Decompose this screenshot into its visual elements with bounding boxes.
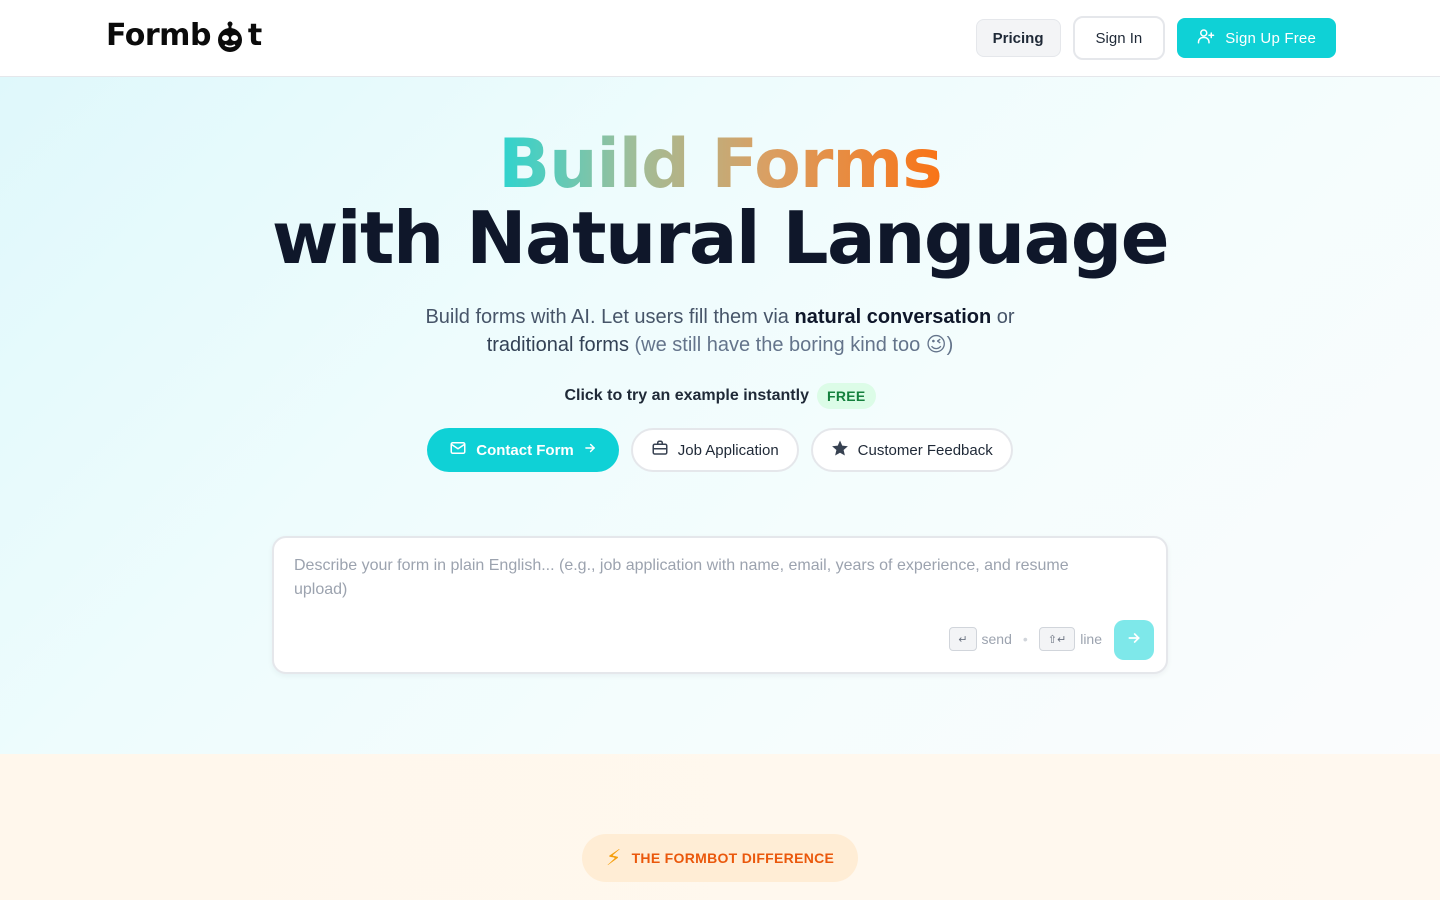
logo-text-suffix: t	[247, 18, 262, 53]
top-nav-bar: Formb t Pricing Sign In Sign Up Free	[0, 0, 1440, 77]
hero-title-line1: Build Forms	[498, 125, 942, 204]
free-badge: FREE	[816, 383, 876, 409]
hero-section: Build Forms with Natural Language Build …	[0, 77, 1440, 754]
hero-subtitle: Build forms with AI. Let users fill them…	[425, 306, 1015, 356]
form-description-input[interactable]	[294, 554, 1094, 614]
robot-head-icon	[212, 21, 248, 52]
sign-up-button[interactable]: Sign Up Free	[1177, 18, 1336, 58]
send-button[interactable]	[1114, 620, 1154, 660]
header-actions: Pricing Sign In Sign Up Free	[975, 16, 1336, 60]
logo-text: Formb	[106, 18, 211, 53]
hero-title-line2: with Natural Language	[271, 196, 1170, 280]
mail-icon	[449, 439, 467, 461]
try-example-row: Click to try an example instantly FREE	[0, 383, 1440, 409]
try-example-label: Click to try an example instantly	[564, 387, 809, 404]
job-application-example-button[interactable]: Job Application	[630, 428, 799, 472]
arrow-right-icon	[1126, 630, 1142, 651]
example-buttons: Contact Form Job Application Customer Fe…	[0, 428, 1440, 472]
keyboard-hints: ↵ send • ⇧↵ line	[949, 627, 1102, 651]
pricing-button[interactable]: Pricing	[975, 19, 1061, 57]
contact-form-example-button[interactable]: Contact Form	[427, 428, 619, 472]
arrow-right-icon	[583, 441, 597, 459]
enter-key-hint: ↵	[949, 627, 977, 651]
briefcase-icon	[651, 439, 669, 461]
user-plus-icon	[1197, 27, 1215, 49]
customer-feedback-example-button[interactable]: Customer Feedback	[810, 428, 1013, 472]
formbot-logo[interactable]: Formb t	[106, 18, 262, 53]
form-description-composer: ↵ send • ⇧↵ line	[272, 536, 1168, 674]
star-icon	[831, 439, 849, 461]
shift-enter-key-hint: ⇧↵	[1038, 627, 1076, 651]
formbot-difference-badge: ⚡ THE FORMBOT DIFFERENCE	[582, 834, 858, 882]
difference-section: ⚡ THE FORMBOT DIFFERENCE	[0, 754, 1440, 900]
sign-up-label: Sign Up Free	[1225, 29, 1316, 47]
sign-in-button[interactable]: Sign In	[1072, 16, 1166, 60]
lightning-icon: ⚡	[605, 845, 622, 870]
